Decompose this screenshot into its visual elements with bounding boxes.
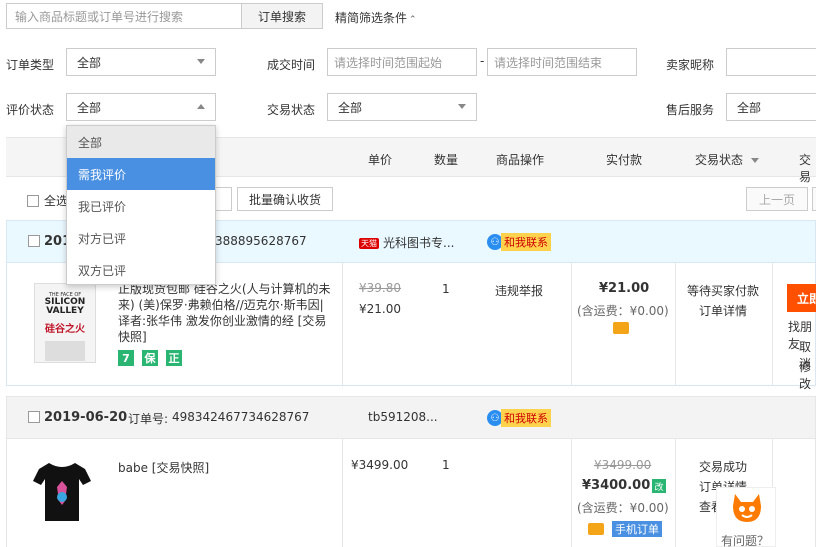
deal-time-label: 成交时间 [267,58,316,72]
review-option-need-my-review[interactable]: 需我评价 [67,158,215,190]
paid-amount: ¥21.00 [599,281,650,296]
review-status-label: 评价状态 [6,103,55,117]
chevron-down-icon [197,59,205,64]
seller-nick-input[interactable] [726,48,816,76]
order-type-value: 全部 [77,55,102,70]
contact-me-button[interactable]: ⚇ 和我联系 [487,233,551,251]
order-header: 2019-06-20 订单号: 498342467734628767 tb591… [7,397,815,439]
product-title[interactable]: babe [交易快照] [118,459,209,476]
pay-now-button[interactable]: 立即 [787,284,816,312]
order-card: 2019-06-20 订单号: 498342467734628767 tb591… [6,396,816,547]
original-price: ¥39.80 [359,281,401,295]
col-trade-status[interactable]: 交易状态 [695,151,760,168]
after-sale-label: 售后服务 [666,103,715,117]
order-search-button[interactable]: 订单搜索 [241,3,323,29]
batch-confirm-receive-button[interactable]: 批量确认收货 [237,187,333,211]
col-trade-ops: 交易 [799,153,812,184]
tmall-icon: 天猫 [359,238,379,249]
quantity: 1 [442,282,450,296]
trade-status-value: 全部 [338,100,363,115]
chevron-up-icon: ⌃ [409,15,417,25]
seven-day-return-icon: 7 [118,350,134,366]
service-tags: 7 保 正 [118,350,190,366]
order-checkbox[interactable] [28,235,40,247]
review-option-other-reviewed[interactable]: 对方已评 [67,222,215,254]
unit-price: ¥3499.00 [351,458,409,472]
select-all-checkbox[interactable] [27,194,39,207]
help-widget[interactable]: 有问题？ [716,487,776,547]
order-type-select[interactable]: 全部 [66,48,216,76]
cover-photo [45,341,85,361]
shipping-fee: (含运费：¥0.00) [577,501,669,515]
shipping-fee: (含运费：¥0.00) [577,304,669,318]
deal-time-start-input[interactable]: 请选择时间范围起始 [327,48,477,76]
help-label: 有问题？ [721,534,770,547]
review-status-value: 全部 [77,100,102,115]
trade-status-label: 交易状态 [267,103,316,117]
trade-status-select[interactable]: 全部 [327,93,477,121]
price-changed-badge: 改 [652,479,666,493]
mobile-order-badge: 手机订单 [612,521,662,537]
shop-name[interactable]: tb591208... [368,410,438,424]
review-option-i-reviewed[interactable]: 我已评价 [67,190,215,222]
shop-link[interactable]: 天猫 光科图书专... [359,234,454,251]
order-number: 498342467734628767 [172,410,310,424]
seller-nick-label: 卖家昵称 [666,58,715,72]
col-trade-status-label: 交易状态 [695,153,744,167]
shop-name: 光科图书专... [383,236,455,250]
modify-link[interactable]: 修改 [799,358,815,392]
quantity: 1 [442,458,450,472]
chevron-down-icon [458,104,466,109]
product-image[interactable]: THE FACE OF SILICON VALLEY 硅谷之火 [34,283,96,363]
contact-label: 和我联系 [501,233,551,251]
tshirt-icon [33,463,91,521]
review-option-both-reviewed[interactable]: 双方已评 [67,254,215,286]
search-input[interactable]: 输入商品标题或订单号进行搜索 [6,3,242,29]
unit-price: ¥21.00 [359,302,401,316]
report-link[interactable]: 违规举报 [495,282,543,299]
order-date: 2019-06-20 [44,410,128,425]
col-ops: 商品操作 [496,153,545,167]
contact-label: 和我联系 [501,409,551,427]
after-sale-value: 全部 [737,100,762,115]
product-image[interactable] [31,457,93,527]
select-all-label: 全选 [44,194,69,208]
advanced-filter-label: 精简筛选条件 [335,11,408,25]
trade-status: 交易成功 [699,460,748,474]
next-page-button[interactable] [812,187,816,211]
paid-amount: ¥3400.00 [582,478,651,493]
original-paid: ¥3499.00 [594,458,652,472]
order-checkbox[interactable] [28,411,40,423]
order-detail-link[interactable]: 订单详情 [699,302,747,319]
review-option-all[interactable]: 全部 [67,126,215,158]
product-title[interactable]: 正版现货包邮 硅谷之火(人与计算机的未来) (美)保罗·弗赖伯格//迈克尔·斯韦… [118,281,334,345]
mascot-icon [733,494,761,522]
col-price: 单价 [368,153,393,167]
col-paid: 实付款 [606,153,643,167]
trade-status: 等待买家付款 [687,284,760,298]
deal-time-dash: - [480,54,485,68]
cover-line-3: VALLEY [46,306,84,316]
review-status-select[interactable]: 全部 [66,93,216,121]
order-number-label: 订单号: [128,412,169,426]
order-number: 388895628767 [215,234,307,248]
order-type-label: 订单类型 [6,58,55,72]
card-icon [588,523,604,535]
deal-time-end-input[interactable]: 请选择时间范围结束 [487,48,637,76]
prev-page-button[interactable]: 上一页 [746,187,808,211]
advanced-filter-toggle[interactable]: 精简筛选条件 ⌃ [335,9,417,26]
contact-me-button[interactable]: ⚇ 和我联系 [487,409,551,427]
chevron-down-icon [751,158,760,163]
chevron-up-icon [197,104,205,109]
col-qty: 数量 [434,153,459,167]
genuine-icon: 正 [166,350,182,366]
cover-cn-title: 硅谷之火 [45,324,85,335]
guarantee-icon: 保 [142,350,158,366]
card-icon [613,322,629,334]
after-sale-select[interactable]: 全部 [726,93,816,121]
review-status-dropdown: 全部 需我评价 我已评价 对方已评 双方已评 [66,125,216,285]
select-all[interactable]: 全选 [27,192,68,209]
